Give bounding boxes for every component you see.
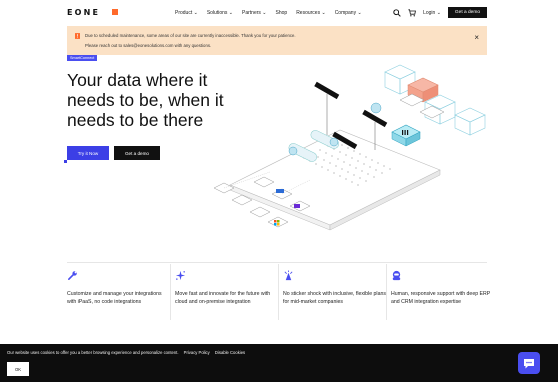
chat-bubble-icon: [524, 358, 534, 368]
integration-illustration: [213, 64, 486, 231]
banner-close-icon[interactable]: ×: [474, 34, 479, 42]
nav-product-label: Product: [175, 10, 193, 16]
feature-text: Customize and manage your integrations w…: [67, 291, 162, 305]
cookie-text: Our website uses cookies to offer you a …: [7, 350, 179, 355]
nav-product[interactable]: Product ⌄: [175, 10, 198, 16]
nav-partners[interactable]: Partners ⌄: [242, 10, 267, 16]
feature-text: Human, responsive support with deep ERP …: [391, 291, 491, 305]
sparkle-icon: [175, 270, 186, 281]
search-icon[interactable]: [393, 8, 401, 17]
cart-icon[interactable]: [408, 8, 417, 17]
top-navigation: EONE Product ⌄ Solutions ⌄ Partners ⌄ Sh…: [0, 0, 558, 26]
login-label: Login: [423, 9, 436, 16]
cursor-dot: [64, 160, 67, 163]
feature-card: Move fast and innovate for the future wi…: [175, 270, 280, 306]
try-it-now-button[interactable]: Try it Now: [67, 146, 109, 160]
feature-card: Human, responsive support with deep ERP …: [391, 270, 496, 306]
feature-text: Move fast and innovate for the future wi…: [175, 291, 271, 305]
cube-cluster: [384, 64, 486, 136]
nav-partners-label: Partners: [242, 10, 261, 16]
nav-resources-label: Resources: [296, 10, 321, 16]
disable-cookies-link[interactable]: Disable Cookies: [215, 350, 245, 355]
wrench-icon: [68, 271, 77, 280]
banner-line-1: Due to scheduled maintenance, some areas…: [85, 33, 296, 38]
nav-demo-button[interactable]: Get a demo: [447, 7, 487, 18]
feature-card: Customize and manage your integrations w…: [67, 270, 172, 306]
nav-shop-label: Shop: [275, 10, 288, 16]
logo-badge-icon: [112, 9, 118, 15]
cookie-message: Our website uses cookies to offer you a …: [7, 350, 245, 355]
nav-company[interactable]: Company ⌄: [335, 10, 362, 16]
cookie-bar: Our website uses cookies to offer you a …: [0, 344, 558, 382]
maintenance-banner: Due to scheduled maintenance, some areas…: [67, 26, 487, 55]
privacy-policy-link[interactable]: Privacy Policy: [184, 350, 210, 355]
banner-line-2: Please reach out to sales@eonesolutions.…: [85, 43, 212, 48]
nav-actions: Login ⌄ Get a demo: [393, 7, 487, 18]
hero-demo-button[interactable]: Get a demo: [114, 146, 160, 160]
sticker-icon: [284, 270, 293, 281]
nav-shop[interactable]: Shop: [276, 10, 288, 16]
support-icon: [392, 270, 401, 281]
nav-solutions[interactable]: Solutions ⌄: [207, 10, 233, 16]
login-menu[interactable]: Login ⌄: [423, 10, 441, 16]
feature-text: No sticker shock with inclusive, flexibl…: [283, 291, 386, 305]
cookie-ok-button[interactable]: OK: [7, 362, 29, 376]
nav-solutions-label: Solutions: [206, 10, 228, 16]
nav-company-label: Company: [334, 10, 357, 16]
warning-icon: [75, 33, 80, 39]
highlight-cube: [391, 124, 421, 147]
nav-links: Product ⌄ Solutions ⌄ Partners ⌄ Shop Re…: [175, 10, 362, 16]
feature-card: No sticker shock with inclusive, flexibl…: [283, 270, 388, 306]
eone-logo[interactable]: EONE: [67, 9, 100, 17]
features-divider: [67, 262, 487, 263]
product-tag: SmartConnect: [67, 55, 98, 61]
nav-resources[interactable]: Resources ⌄: [296, 10, 326, 16]
chat-widget-button[interactable]: [518, 352, 540, 374]
